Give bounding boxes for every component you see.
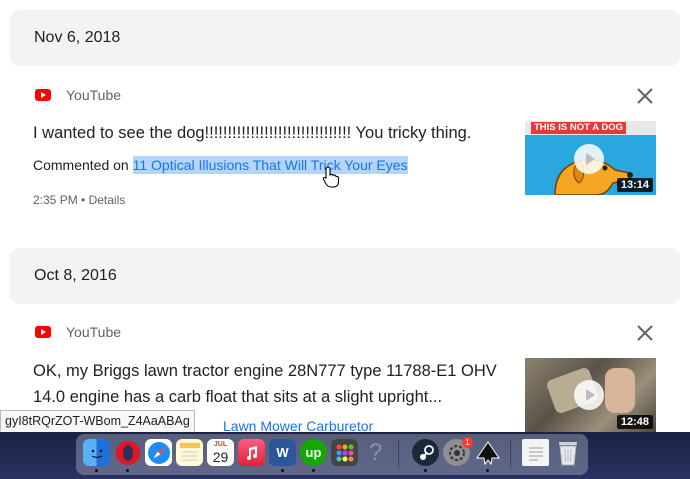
source-label: YouTube bbox=[66, 87, 122, 103]
running-indicator bbox=[95, 469, 98, 472]
running-indicator bbox=[312, 469, 315, 472]
safari-icon[interactable] bbox=[145, 439, 172, 466]
hand-cursor-icon bbox=[322, 166, 340, 188]
steam-icon[interactable] bbox=[412, 439, 439, 466]
inkscape-icon[interactable] bbox=[474, 439, 501, 466]
video-thumbnail[interactable]: THIS IS NOT A DOG 13:14 bbox=[525, 121, 656, 195]
word-label: W bbox=[276, 445, 289, 460]
youtube-icon bbox=[35, 89, 51, 101]
commented-prefix: Commented on bbox=[33, 157, 129, 173]
date-header: Oct 8, 2016 bbox=[10, 248, 680, 304]
running-indicator bbox=[424, 469, 427, 472]
upwork-label: up bbox=[305, 445, 322, 460]
notification-badge: 1 bbox=[462, 437, 473, 448]
dock-separator bbox=[510, 440, 511, 468]
commented-on-line: Commented on 11 Optical Illusions That W… bbox=[33, 156, 408, 174]
calendar-day: 29 bbox=[212, 448, 229, 465]
comment-text: I wanted to see the dog!!!!!!!!!!!!!!!!!… bbox=[33, 124, 472, 142]
opera-icon[interactable] bbox=[114, 439, 141, 466]
date-header: Nov 6, 2018 bbox=[10, 10, 680, 66]
close-icon[interactable] bbox=[635, 86, 655, 106]
calendar-month: JUL bbox=[213, 440, 228, 448]
upwork-icon[interactable]: up bbox=[300, 439, 327, 466]
play-icon bbox=[574, 380, 604, 410]
video-duration: 12:48 bbox=[616, 415, 653, 429]
running-indicator bbox=[486, 469, 489, 472]
word-icon[interactable]: W bbox=[269, 439, 296, 466]
video-title-link[interactable]: 11 Optical Illusions That Will Trick You… bbox=[132, 156, 408, 174]
comment-text-line-2: 14.0 engine has a carb float that sits a… bbox=[33, 388, 443, 406]
launchpad-icon[interactable] bbox=[331, 439, 358, 466]
running-indicator bbox=[281, 469, 284, 472]
details-link[interactable]: Details bbox=[89, 193, 126, 207]
video-thumbnail[interactable]: 12:48 bbox=[525, 358, 656, 432]
music-icon[interactable] bbox=[238, 439, 265, 466]
dock: JUL 29 W up ? 1 bbox=[76, 434, 588, 475]
source-label: YouTube bbox=[66, 324, 122, 340]
trash-icon[interactable] bbox=[554, 439, 581, 466]
document-icon[interactable] bbox=[522, 439, 549, 466]
dock-separator bbox=[398, 440, 399, 468]
calendar-icon[interactable]: JUL 29 bbox=[207, 439, 234, 466]
youtube-icon bbox=[35, 326, 51, 338]
date-label: Nov 6, 2018 bbox=[34, 29, 121, 46]
close-icon[interactable] bbox=[635, 323, 655, 343]
play-icon bbox=[574, 144, 604, 174]
finder-icon[interactable] bbox=[83, 439, 110, 466]
comment-time: 2:35 PM bbox=[33, 193, 78, 207]
notes-icon[interactable] bbox=[176, 439, 203, 466]
timestamp-line: 2:35 PM • Details bbox=[33, 193, 126, 207]
url-tooltip: gyI8tRQrZOT-WBom_Z4AaABAg bbox=[0, 410, 195, 433]
help-label: ? bbox=[368, 438, 383, 466]
video-duration: 13:14 bbox=[616, 178, 653, 192]
thumbnail-banner: THIS IS NOT A DOG bbox=[531, 122, 627, 134]
date-label: Oct 8, 2016 bbox=[34, 267, 117, 284]
comment-text-line-1: OK, my Briggs lawn tractor engine 28N777… bbox=[33, 362, 497, 380]
help-icon[interactable]: ? bbox=[362, 439, 389, 466]
running-indicator bbox=[126, 469, 129, 472]
